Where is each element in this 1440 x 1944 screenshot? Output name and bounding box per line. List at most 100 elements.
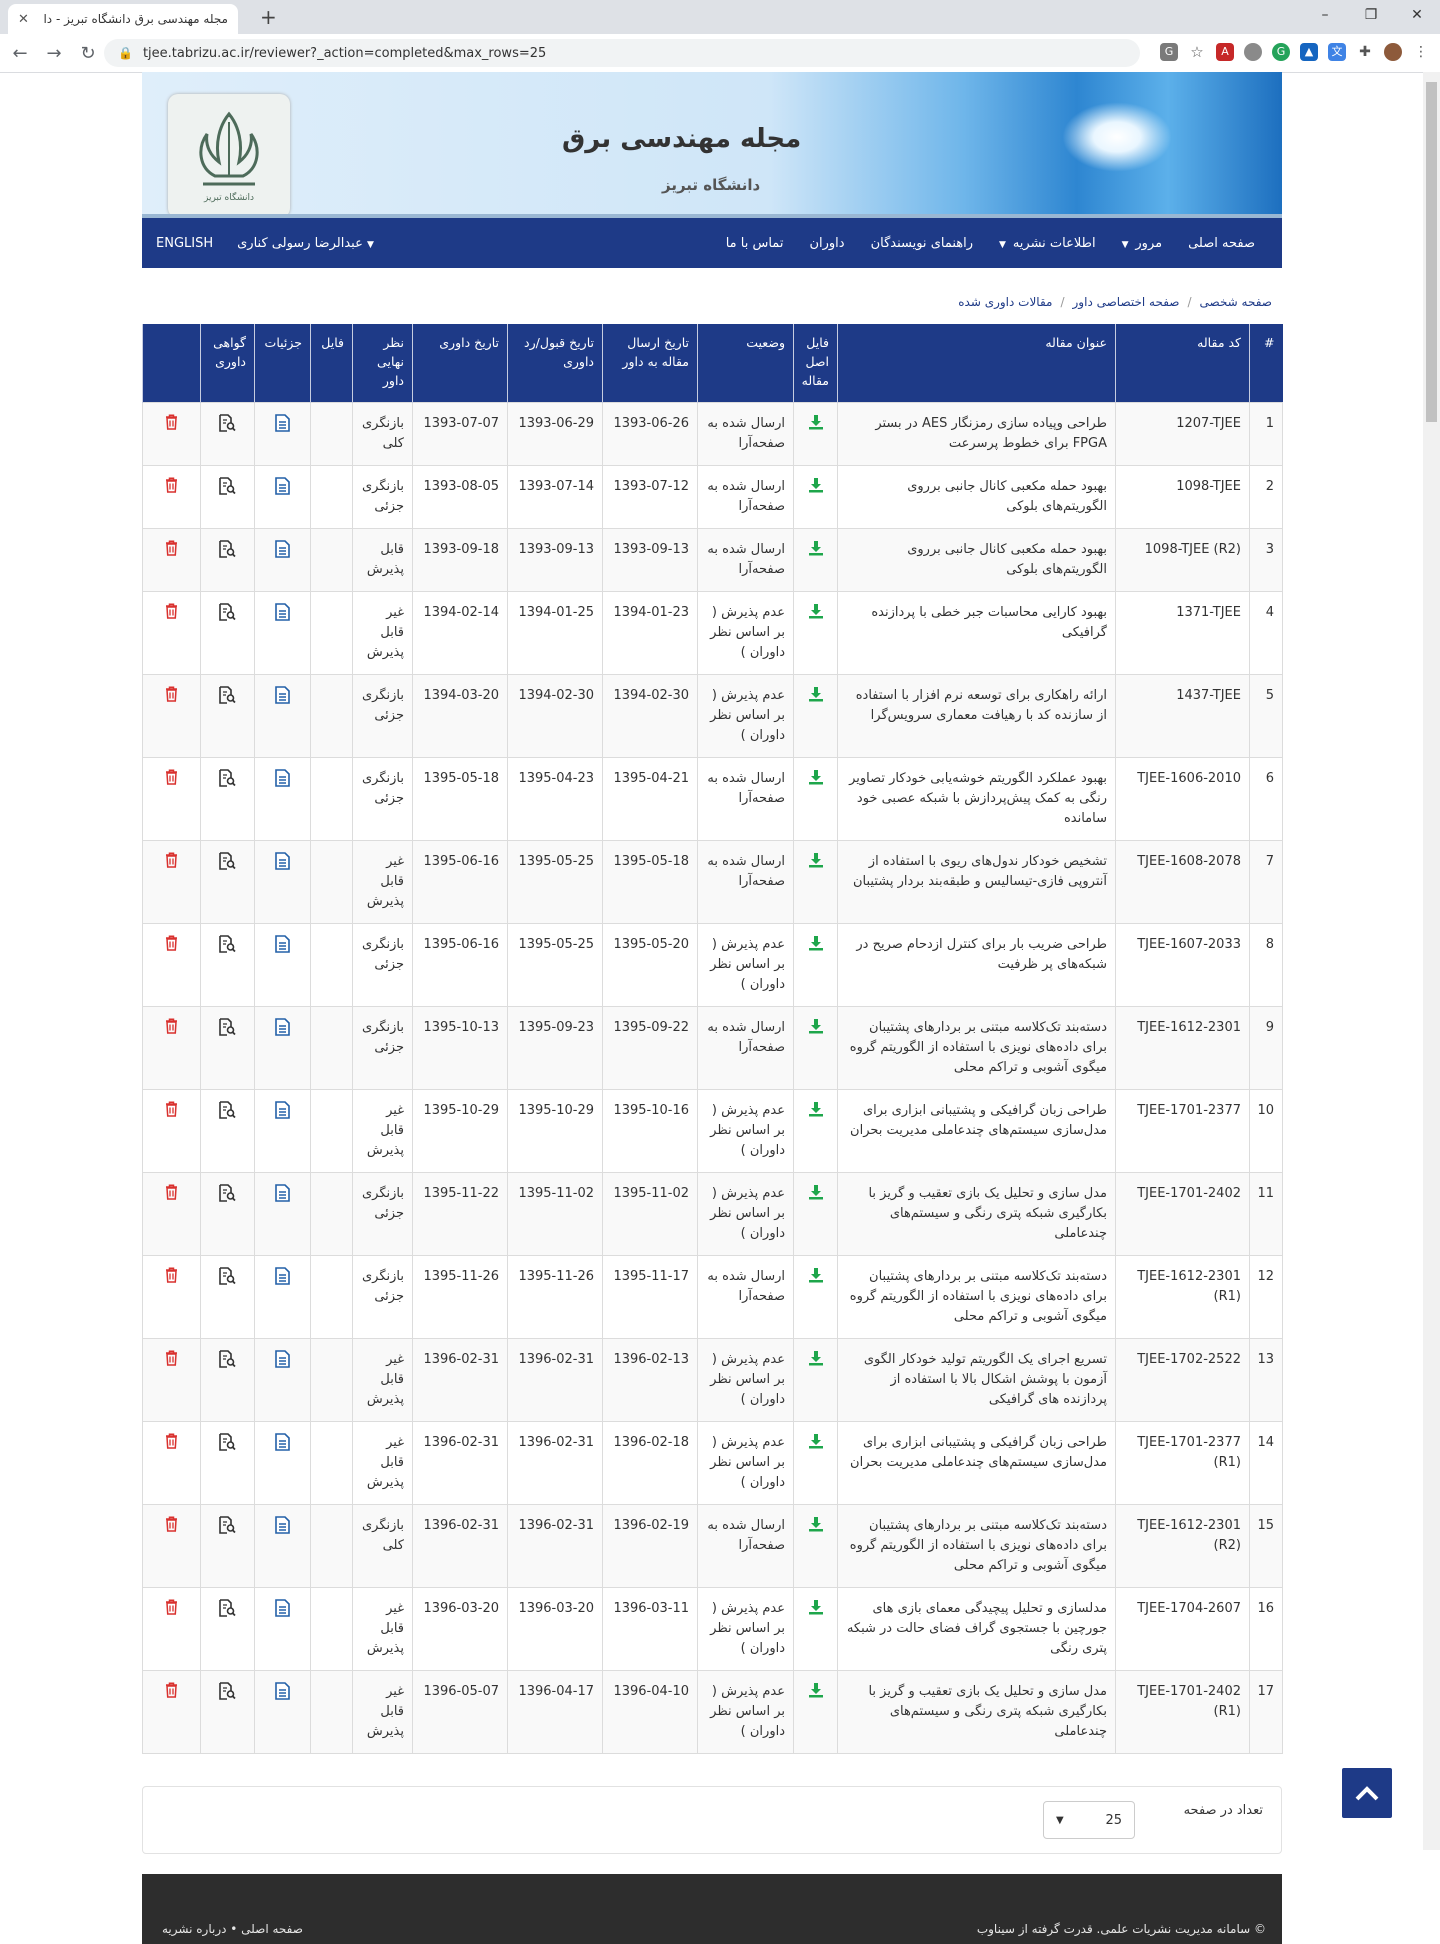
download-icon[interactable] [808,477,824,498]
forward-icon[interactable]: → [40,43,68,64]
nav-item-0[interactable]: صفحه اصلی [1175,236,1268,251]
translate-icon[interactable]: G [1160,43,1178,61]
browser-tab[interactable]: مجله مهندسی برق دانشگاه تبریز - دا ✕ [8,4,238,34]
document-icon[interactable] [275,935,290,960]
trash-icon[interactable] [165,935,178,958]
download-icon[interactable] [808,1018,824,1039]
document-icon[interactable] [275,1599,290,1624]
trash-icon[interactable] [165,540,178,563]
translate-extension-icon[interactable]: 文 [1328,43,1346,61]
document-icon[interactable] [275,477,290,502]
trash-icon[interactable] [165,1516,178,1539]
scholar-extension-icon[interactable]: ▲ [1300,43,1318,61]
user-menu[interactable]: ▼ عبدالرضا رسولی کناری [227,236,388,251]
trash-icon[interactable] [165,1018,178,1041]
download-icon[interactable] [808,935,824,956]
col-certificate[interactable]: گواهی داوری [200,324,255,403]
document-icon[interactable] [275,1350,290,1375]
certificate-search-icon[interactable] [219,686,236,711]
certificate-search-icon[interactable] [219,769,236,794]
trash-icon[interactable] [165,686,178,709]
certificate-search-icon[interactable] [219,1682,236,1707]
document-icon[interactable] [275,540,290,565]
page-size-select[interactable]: ▼ 25 [1043,1801,1135,1839]
col-file[interactable]: فایل اصل مقاله [793,324,838,403]
download-icon[interactable] [808,1184,824,1205]
nav-item-5[interactable]: تماس با ما [713,236,797,251]
trash-icon[interactable] [165,1682,178,1705]
col-status[interactable]: وضعیت [697,324,794,403]
university-logo[interactable]: دانشگاه تبریز [168,94,290,218]
breadcrumb-item[interactable]: صفحه شخصی [1200,295,1272,309]
certificate-search-icon[interactable] [219,1516,236,1541]
certificate-search-icon[interactable] [219,935,236,960]
certificate-search-icon[interactable] [219,1267,236,1292]
maximize-icon[interactable]: ❐ [1348,0,1394,30]
window-close-icon[interactable]: ✕ [1394,0,1440,30]
scrollbar-thumb[interactable] [1426,82,1437,422]
star-icon[interactable]: ☆ [1188,43,1206,61]
col-details[interactable]: جزئیات [254,324,311,403]
certificate-search-icon[interactable] [219,1101,236,1126]
col-attachment[interactable]: فایل [310,324,353,403]
download-icon[interactable] [808,769,824,790]
trash-icon[interactable] [165,1101,178,1124]
trash-icon[interactable] [165,603,178,626]
certificate-search-icon[interactable] [219,1433,236,1458]
trash-icon[interactable] [165,1350,178,1373]
cloud-extension-icon[interactable] [1244,43,1262,61]
trash-icon[interactable] [165,1433,178,1456]
trash-icon[interactable] [165,769,178,792]
footer-links[interactable]: صفحه اصلی • درباره نشریه [162,1922,303,1936]
kebab-menu-icon[interactable]: ⋮ [1412,43,1430,61]
col-opinion[interactable]: نظر نهایی داور [352,324,413,403]
certificate-search-icon[interactable] [219,1018,236,1043]
document-icon[interactable] [275,852,290,877]
download-icon[interactable] [808,1267,824,1288]
certificate-search-icon[interactable] [219,1599,236,1624]
english-language-link[interactable]: ENGLISH [142,236,227,251]
trash-icon[interactable] [165,1184,178,1207]
document-icon[interactable] [275,1101,290,1126]
document-icon[interactable] [275,1018,290,1043]
new-tab-icon[interactable]: + [260,5,277,29]
minimize-icon[interactable]: – [1302,0,1348,30]
pdf-extension-icon[interactable]: A [1216,43,1234,61]
download-icon[interactable] [808,1350,824,1371]
address-bar[interactable]: 🔒 tjee.tabrizu.ac.ir/reviewer?_action=co… [104,39,1140,67]
download-icon[interactable] [808,414,824,435]
close-icon[interactable]: ✕ [18,12,29,27]
certificate-search-icon[interactable] [219,1184,236,1209]
document-icon[interactable] [275,769,290,794]
download-icon[interactable] [808,603,824,624]
document-icon[interactable] [275,686,290,711]
download-icon[interactable] [808,686,824,707]
document-icon[interactable] [275,1682,290,1707]
breadcrumb-item[interactable]: مقالات داوری شده [958,295,1052,309]
extensions-puzzle-icon[interactable]: ✚ [1356,43,1374,61]
nav-item-1[interactable]: مرور ▼ [1109,236,1176,251]
col-code[interactable]: کد مقاله [1115,324,1250,403]
download-icon[interactable] [808,1599,824,1620]
certificate-search-icon[interactable] [219,540,236,565]
reload-icon[interactable]: ↻ [74,43,102,64]
back-icon[interactable]: ← [6,43,34,64]
profile-avatar[interactable] [1384,43,1402,61]
certificate-search-icon[interactable] [219,852,236,877]
page-scrollbar[interactable] [1423,72,1440,1850]
grammarly-icon[interactable]: G [1272,43,1290,61]
download-icon[interactable] [808,1682,824,1703]
breadcrumb-item[interactable]: صفحه اختصاصی داور [1073,295,1180,309]
nav-item-3[interactable]: راهنمای نویسندگان [858,236,986,251]
document-icon[interactable] [275,1184,290,1209]
document-icon[interactable] [275,414,290,439]
col-num[interactable]: # [1249,324,1283,403]
certificate-search-icon[interactable] [219,414,236,439]
scroll-to-top-button[interactable] [1342,1768,1392,1818]
trash-icon[interactable] [165,1267,178,1290]
col-sent-date[interactable]: تاریخ ارسال مقاله به داور [602,324,698,403]
download-icon[interactable] [808,1433,824,1454]
col-title[interactable]: عنوان مقاله [837,324,1116,403]
download-icon[interactable] [808,540,824,561]
document-icon[interactable] [275,1516,290,1541]
